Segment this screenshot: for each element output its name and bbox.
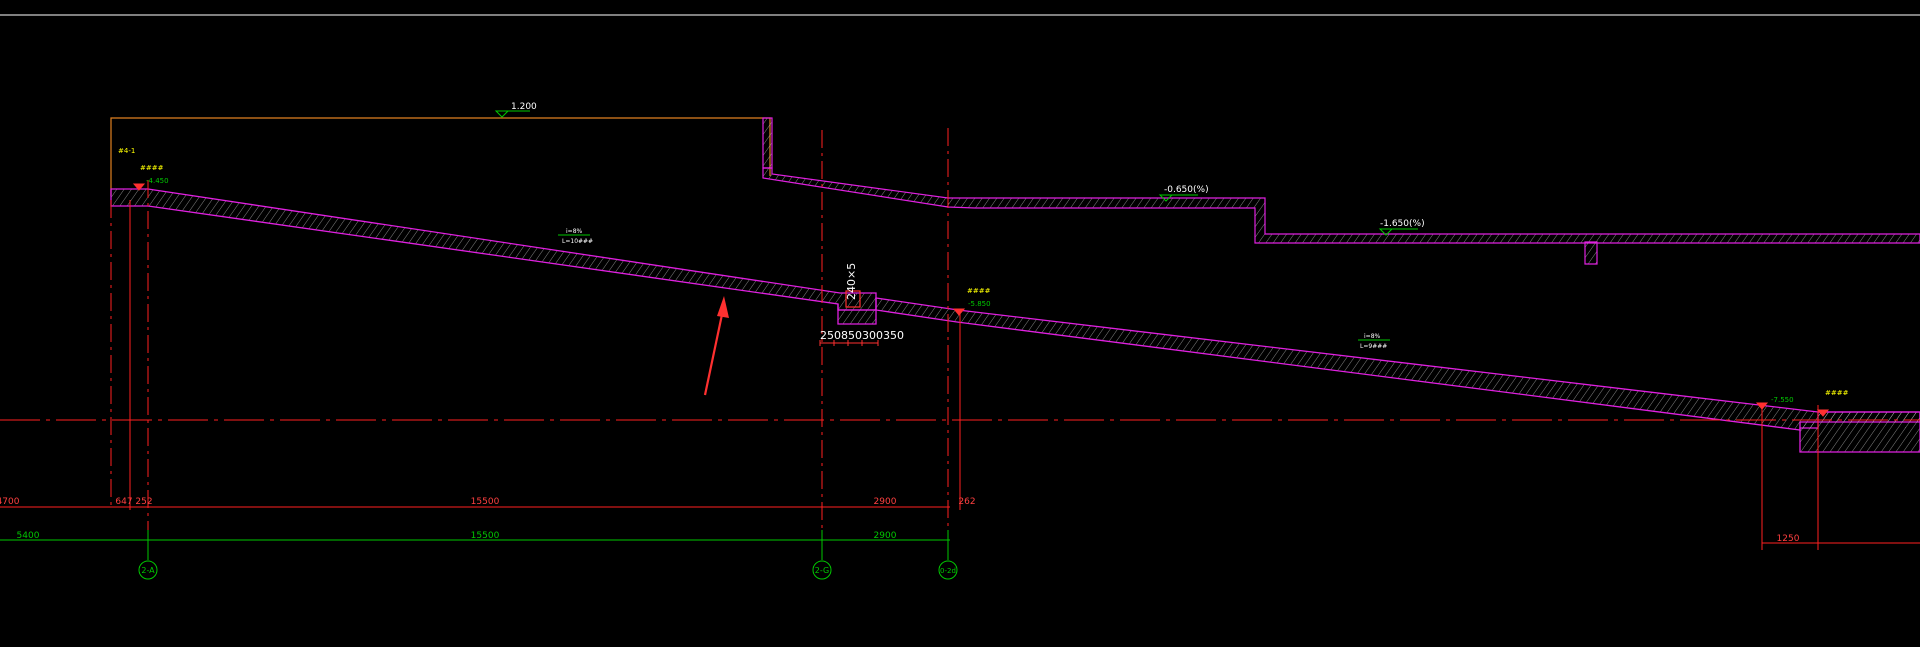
right-yellow-tag: ####: [1825, 389, 1849, 397]
ramp-slab-left: [110, 188, 877, 311]
grid-bubble-0-2d[interactable]: 0-2d: [938, 560, 958, 580]
svg-text:-5.850: -5.850: [968, 300, 991, 308]
left-yellow-tag-b: ####: [140, 164, 164, 172]
cad-drawing-canvas[interactable]: 2-A 2-G 0-2d 4700 647 252 15500 2900 262…: [0, 0, 1920, 647]
dim-red-4700: 4700: [0, 497, 20, 507]
svg-text:2-G: 2-G: [815, 566, 829, 575]
dim-red-2900: 2900: [874, 497, 897, 507]
dim-green-2900: 2900: [874, 531, 897, 541]
svg-text:L=10###: L=10###: [562, 238, 593, 245]
left-yellow-tag-a: #4-1: [118, 147, 135, 155]
svg-text:L=9###: L=9###: [1360, 343, 1387, 350]
dim-green-5400: 5400: [17, 531, 40, 541]
svg-text:-7.550: -7.550: [1771, 396, 1794, 404]
svg-text:2-A: 2-A: [141, 566, 155, 575]
svg-text:-1.650(%): -1.650(%): [1380, 219, 1425, 229]
svg-text:1.200: 1.200: [511, 102, 537, 112]
slope-note-right: i=8% L=9###: [1358, 333, 1390, 350]
elevation-marker-level2: -1.650(%): [1378, 219, 1425, 236]
mid-yellow-tag: ####: [967, 287, 991, 295]
upper-slab-beam: [1584, 241, 1598, 265]
elevation-marker-top: 1.200: [494, 102, 537, 118]
svg-text:i=8%: i=8%: [1364, 333, 1381, 340]
svg-text:-0.650(%): -0.650(%): [1164, 185, 1209, 195]
upper-wall: [762, 117, 773, 169]
dim-green-15500: 15500: [471, 531, 500, 541]
red-annotation-arrow: [703, 296, 729, 396]
svg-text:-4.450: -4.450: [146, 177, 169, 185]
dim-red-1250: 1250: [1777, 534, 1800, 544]
slope-note-left: i=8% L=10###: [558, 228, 593, 245]
upper-slab-1: [762, 167, 1920, 244]
dim-red-647: 647: [115, 497, 132, 507]
dim-red-262: 262: [958, 497, 975, 507]
elevation-marker-left: -4.450: [132, 177, 169, 191]
step-vertical-label: 240×5: [845, 263, 858, 300]
svg-text:i=8%: i=8%: [566, 228, 583, 235]
dim-red-252: 252: [135, 497, 152, 507]
grid-bubble-2A[interactable]: 2-A: [138, 560, 158, 580]
ramp-slab-right: [875, 297, 1920, 431]
grid-bubble-2G[interactable]: 2-G: [812, 560, 832, 580]
upper-outline-box: [110, 117, 771, 196]
svg-text:0-2d: 0-2d: [940, 567, 956, 575]
dim-red-15500: 15500: [471, 497, 500, 507]
